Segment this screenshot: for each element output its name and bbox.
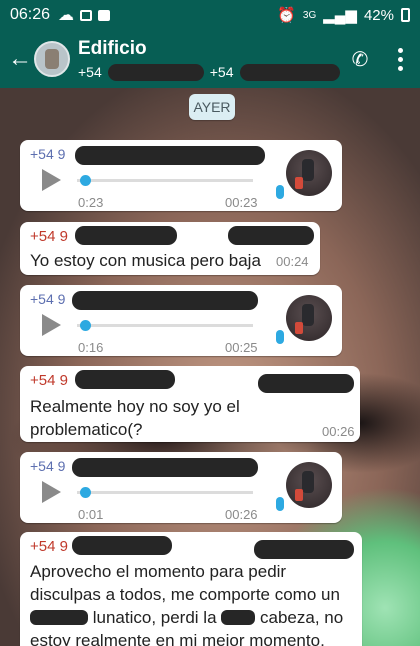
message-text-line: estoy realmente en mi mejor momento, — [30, 631, 325, 646]
message-time: 00:25 — [225, 340, 258, 355]
message-time: 00:24 — [276, 254, 309, 269]
status-time: 06:26 — [10, 6, 51, 23]
chat-header: ← Edificio +54 +54 ✆ — [0, 30, 420, 88]
sender-photo-thumbnail — [286, 150, 332, 196]
sender-number: +54 9 — [30, 458, 66, 474]
gallery-icon — [80, 9, 93, 21]
message-time: 00:26 — [322, 424, 355, 439]
audio-seek-handle[interactable] — [80, 487, 91, 498]
play-icon[interactable] — [42, 481, 61, 503]
audio-track[interactable] — [77, 179, 253, 182]
back-arrow-icon[interactable]: ← — [0, 45, 34, 73]
audio-elapsed: 0:23 — [78, 195, 104, 210]
audio-elapsed: 0:01 — [78, 507, 104, 522]
group-name: Edificio — [78, 37, 147, 59]
audio-track[interactable] — [77, 491, 253, 494]
audio-seek-handle[interactable] — [80, 320, 91, 331]
redacted-name — [258, 374, 354, 393]
status-right: ⏰ 3G ▂▄▆ 42% — [277, 6, 410, 24]
add-call-icon[interactable]: ✆ — [340, 47, 380, 72]
message-time: 00:26 — [225, 507, 258, 522]
redacted-name — [254, 540, 354, 559]
redacted-sender — [72, 291, 258, 310]
network-label: 3G — [302, 9, 317, 21]
voice-message[interactable]: +54 9 0:23 00:23 — [20, 140, 342, 211]
more-options-icon[interactable] — [380, 47, 420, 71]
redacted-sender — [75, 370, 175, 389]
text-message[interactable]: +54 9 Yo estoy con musica pero baja 00:2… — [20, 222, 320, 275]
sender-number: +54 9 — [30, 291, 66, 307]
text-message[interactable]: +54 9 Aprovecho el momento para pedir di… — [20, 532, 362, 646]
status-bar: 06:26 ☁ ⏰ 3G ▂▄▆ 42% — [0, 0, 420, 30]
message-text-line: Realmente hoy no soy yo el — [30, 397, 240, 416]
sender-photo-thumbnail — [286, 462, 332, 508]
signal-icon: ▂▄▆ — [323, 7, 357, 24]
mic-icon — [276, 330, 284, 344]
notification-box-icon — [98, 9, 111, 21]
redacted-member-2 — [239, 63, 340, 81]
sender-number: +54 9 — [30, 538, 68, 555]
message-text-line: disculpas a todos, me comporte como un — [30, 585, 340, 604]
message-text-line: Aprovecho el momento para pedir — [30, 562, 287, 581]
sender-number: +54 9 — [30, 228, 68, 245]
day-divider: AYER — [189, 94, 235, 120]
redacted-sender — [72, 536, 172, 555]
notification-icons: ☁ — [58, 5, 111, 25]
chat-area[interactable]: AYER +54 9 0:23 00:23 +54 9 Yo estoy con… — [0, 88, 420, 646]
battery-level: 42% — [363, 6, 394, 24]
battery-icon — [401, 8, 410, 22]
group-avatar[interactable] — [34, 41, 70, 77]
message-text-line: lunatico, perdi la cabeza, no — [30, 606, 343, 629]
voice-message[interactable]: +54 9 0:16 00:25 — [20, 285, 342, 356]
audio-track[interactable] — [77, 324, 253, 327]
redacted-name — [228, 226, 314, 245]
redacted-sender — [75, 226, 177, 245]
mic-icon — [276, 497, 284, 511]
redacted-sender — [75, 146, 265, 165]
sender-photo-thumbnail — [286, 295, 332, 341]
text-message[interactable]: +54 9 Realmente hoy no soy yo el problem… — [20, 366, 360, 442]
alarm-icon: ⏰ — [277, 7, 296, 24]
chat-title-area[interactable]: Edificio +54 +54 — [78, 38, 340, 81]
redacted-sender — [72, 458, 258, 477]
message-time: 00:23 — [225, 195, 258, 210]
play-icon[interactable] — [42, 169, 61, 191]
audio-elapsed: 0:16 — [78, 340, 104, 355]
sender-number: +54 9 — [30, 372, 68, 389]
message-text-line: problematico(? — [30, 420, 143, 439]
sender-number: +54 9 — [30, 146, 66, 162]
play-icon[interactable] — [42, 314, 61, 336]
member-list: +54 +54 — [78, 63, 340, 81]
member-number-2: +54 — [209, 64, 234, 80]
redacted-word — [30, 610, 88, 625]
member-number-1: +54 — [78, 64, 102, 80]
audio-seek-handle[interactable] — [80, 175, 91, 186]
redacted-member-1 — [107, 63, 204, 81]
redacted-word — [221, 610, 256, 625]
mic-icon — [276, 185, 284, 199]
message-text-fragment: cabeza, no — [260, 608, 344, 627]
message-text: Yo estoy con musica pero baja — [30, 251, 261, 270]
weather-icon: ☁ — [58, 7, 75, 24]
message-text-fragment: lunatico, perdi la — [92, 608, 217, 627]
voice-message[interactable]: +54 9 0:01 00:26 — [20, 452, 342, 523]
